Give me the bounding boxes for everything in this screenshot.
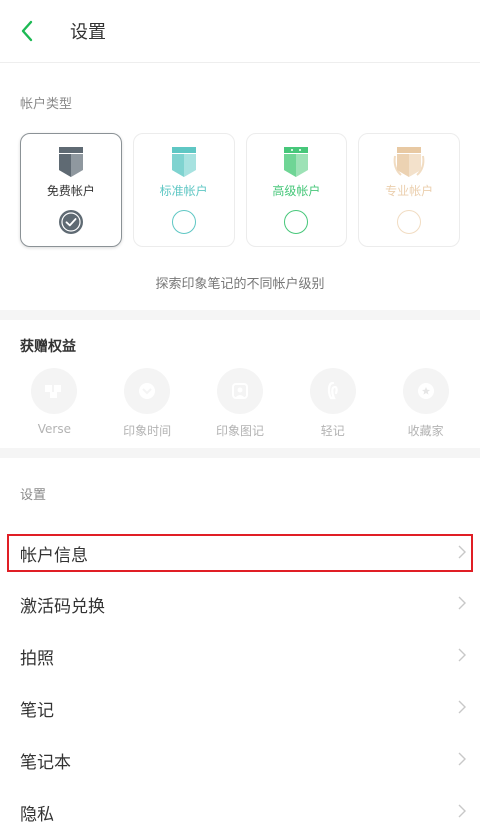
chevron-right-icon bbox=[458, 803, 466, 822]
chevron-right-icon bbox=[458, 647, 466, 666]
row-label: 笔记 bbox=[20, 700, 54, 721]
gift-item-diagram[interactable]: 印象图记 bbox=[200, 368, 280, 448]
chevron-right-icon bbox=[458, 595, 466, 614]
gift-item-collector[interactable]: 收藏家 bbox=[386, 368, 466, 448]
row-label: 帐户信息 bbox=[20, 545, 88, 566]
radio-icon bbox=[397, 210, 422, 234]
chevron-right-icon bbox=[458, 751, 466, 770]
gift-item-verse[interactable]: Verse bbox=[14, 368, 94, 448]
gift-label: 收藏家 bbox=[407, 424, 444, 438]
gift-item-lightnote[interactable]: 轻记 bbox=[293, 368, 373, 448]
account-card-pro[interactable]: 专业帐户 bbox=[358, 133, 460, 247]
back-button[interactable] bbox=[14, 18, 40, 44]
free-plan-icon bbox=[58, 147, 83, 177]
settings-row-privacy[interactable]: 隐私 bbox=[0, 786, 480, 838]
gifts-list: Verse 印象时间 印象图记 轻记 收藏家 bbox=[0, 368, 480, 448]
diagram-icon bbox=[216, 368, 263, 414]
selected-check-icon bbox=[58, 210, 83, 234]
row-label: 笔记本 bbox=[20, 752, 71, 773]
explore-account-levels-link[interactable]: 探索印象笔记的不同帐户级别 bbox=[0, 273, 480, 292]
standard-plan-icon bbox=[171, 147, 196, 177]
settings-row-notes[interactable]: 笔记 bbox=[0, 682, 480, 734]
lightnote-icon bbox=[309, 368, 356, 414]
premium-plan-icon bbox=[284, 147, 309, 177]
radio-icon bbox=[284, 210, 309, 234]
top-bar: 设置 bbox=[0, 0, 480, 63]
chevron-right-icon bbox=[458, 699, 466, 718]
account-card-label: 专业帐户 bbox=[385, 184, 434, 198]
collector-icon bbox=[402, 368, 449, 414]
pro-plan-icon bbox=[393, 147, 425, 177]
section-divider bbox=[0, 310, 480, 320]
account-card-premium[interactable]: 高级帐户 bbox=[245, 133, 348, 247]
gift-label: 印象图记 bbox=[215, 424, 264, 438]
gift-label: Verse bbox=[37, 422, 71, 436]
chevron-left-icon bbox=[21, 20, 33, 42]
account-card-standard[interactable]: 标准帐户 bbox=[132, 133, 235, 247]
chevron-right-icon bbox=[458, 544, 466, 563]
row-label: 隐私 bbox=[20, 804, 54, 825]
settings-row-activation-code[interactable]: 激活码兑换 bbox=[0, 578, 480, 630]
radio-icon bbox=[171, 210, 196, 234]
account-type-cards: 免费帐户 标准帐户 高级帐户 专业帐户 bbox=[0, 133, 480, 247]
account-type-label: 帐户类型 bbox=[20, 96, 73, 112]
account-card-label: 免费帐户 bbox=[46, 184, 95, 198]
page-title: 设置 bbox=[70, 22, 106, 43]
section-divider bbox=[0, 448, 480, 458]
account-card-label: 标准帐户 bbox=[159, 184, 208, 198]
settings-row-camera[interactable]: 拍照 bbox=[0, 630, 480, 682]
settings-row-notebooks[interactable]: 笔记本 bbox=[0, 734, 480, 786]
gift-label: 印象时间 bbox=[123, 424, 172, 438]
verse-icon bbox=[31, 368, 78, 414]
settings-row-account-info[interactable]: 帐户信息 bbox=[7, 534, 473, 572]
gift-label: 轻记 bbox=[320, 424, 345, 438]
settings-section-label: 设置 bbox=[20, 487, 47, 503]
gifts-title: 获赠权益 bbox=[20, 339, 76, 355]
time-icon bbox=[124, 368, 171, 414]
account-card-label: 高级帐户 bbox=[272, 184, 321, 198]
account-card-free[interactable]: 免费帐户 bbox=[20, 133, 122, 247]
row-label: 拍照 bbox=[20, 648, 54, 669]
gift-item-time[interactable]: 印象时间 bbox=[107, 368, 187, 448]
row-label: 激活码兑换 bbox=[20, 596, 105, 617]
